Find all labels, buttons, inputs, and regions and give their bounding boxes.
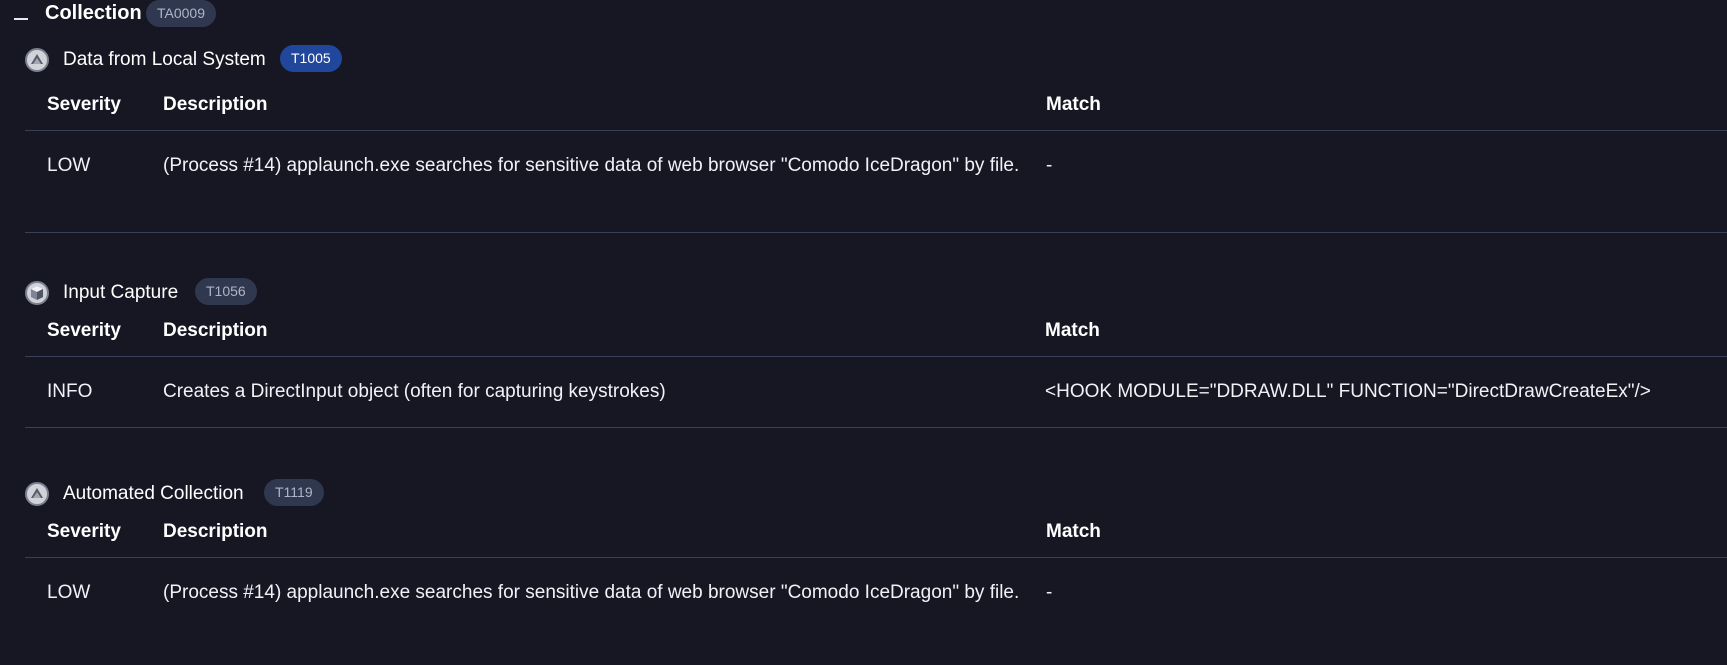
match-cell: <HOOK MODULE="DDRAW.DLL" FUNCTION="Direc… [1045,381,1651,402]
tactic-title: Collection [45,2,142,24]
description-column-header: Description [163,521,268,542]
match-cell: - [1046,155,1053,176]
pyramid-icon [25,48,49,72]
description-cell: (Process #14) applaunch.exe searches for… [163,582,1020,603]
table-row: LOW (Process #14) applaunch.exe searches… [25,558,1727,665]
cube-icon [25,281,49,305]
technique-id-badge[interactable]: T1056 [195,278,257,305]
table-row: INFO Creates a DirectInput object (often… [25,357,1727,428]
technique-title: Input Capture [63,282,179,303]
severity-column-header: Severity [47,94,121,115]
severity-cell: LOW [47,155,91,176]
severity-cell: LOW [47,582,91,603]
description-column-header: Description [163,320,268,341]
table-header: Severity Description Match [25,507,1727,558]
table-header: Severity Description Match [25,80,1727,131]
technique-id-badge[interactable]: T1005 [280,45,342,72]
table-header: Severity Description Match [25,306,1727,357]
description-column-header: Description [163,94,268,115]
match-cell: - [1046,582,1053,603]
technique-title: Automated Collection [63,483,244,504]
description-cell: Creates a DirectInput object (often for … [163,381,666,402]
technique-title: Data from Local System [63,49,266,70]
tactic-header: Collection TA0009 [0,0,1727,36]
table-row: LOW (Process #14) applaunch.exe searches… [25,131,1727,233]
description-cell: (Process #14) applaunch.exe searches for… [163,155,1020,176]
match-column-header: Match [1046,521,1101,542]
technique-id-badge[interactable]: T1119 [264,479,324,506]
tactic-id-badge: TA0009 [146,0,216,27]
severity-column-header: Severity [47,320,121,341]
severity-cell: INFO [47,381,93,402]
match-column-header: Match [1045,320,1100,341]
pyramid-icon [25,482,49,506]
severity-column-header: Severity [47,521,121,542]
match-column-header: Match [1046,94,1101,115]
collapse-toggle-icon[interactable] [11,9,31,29]
